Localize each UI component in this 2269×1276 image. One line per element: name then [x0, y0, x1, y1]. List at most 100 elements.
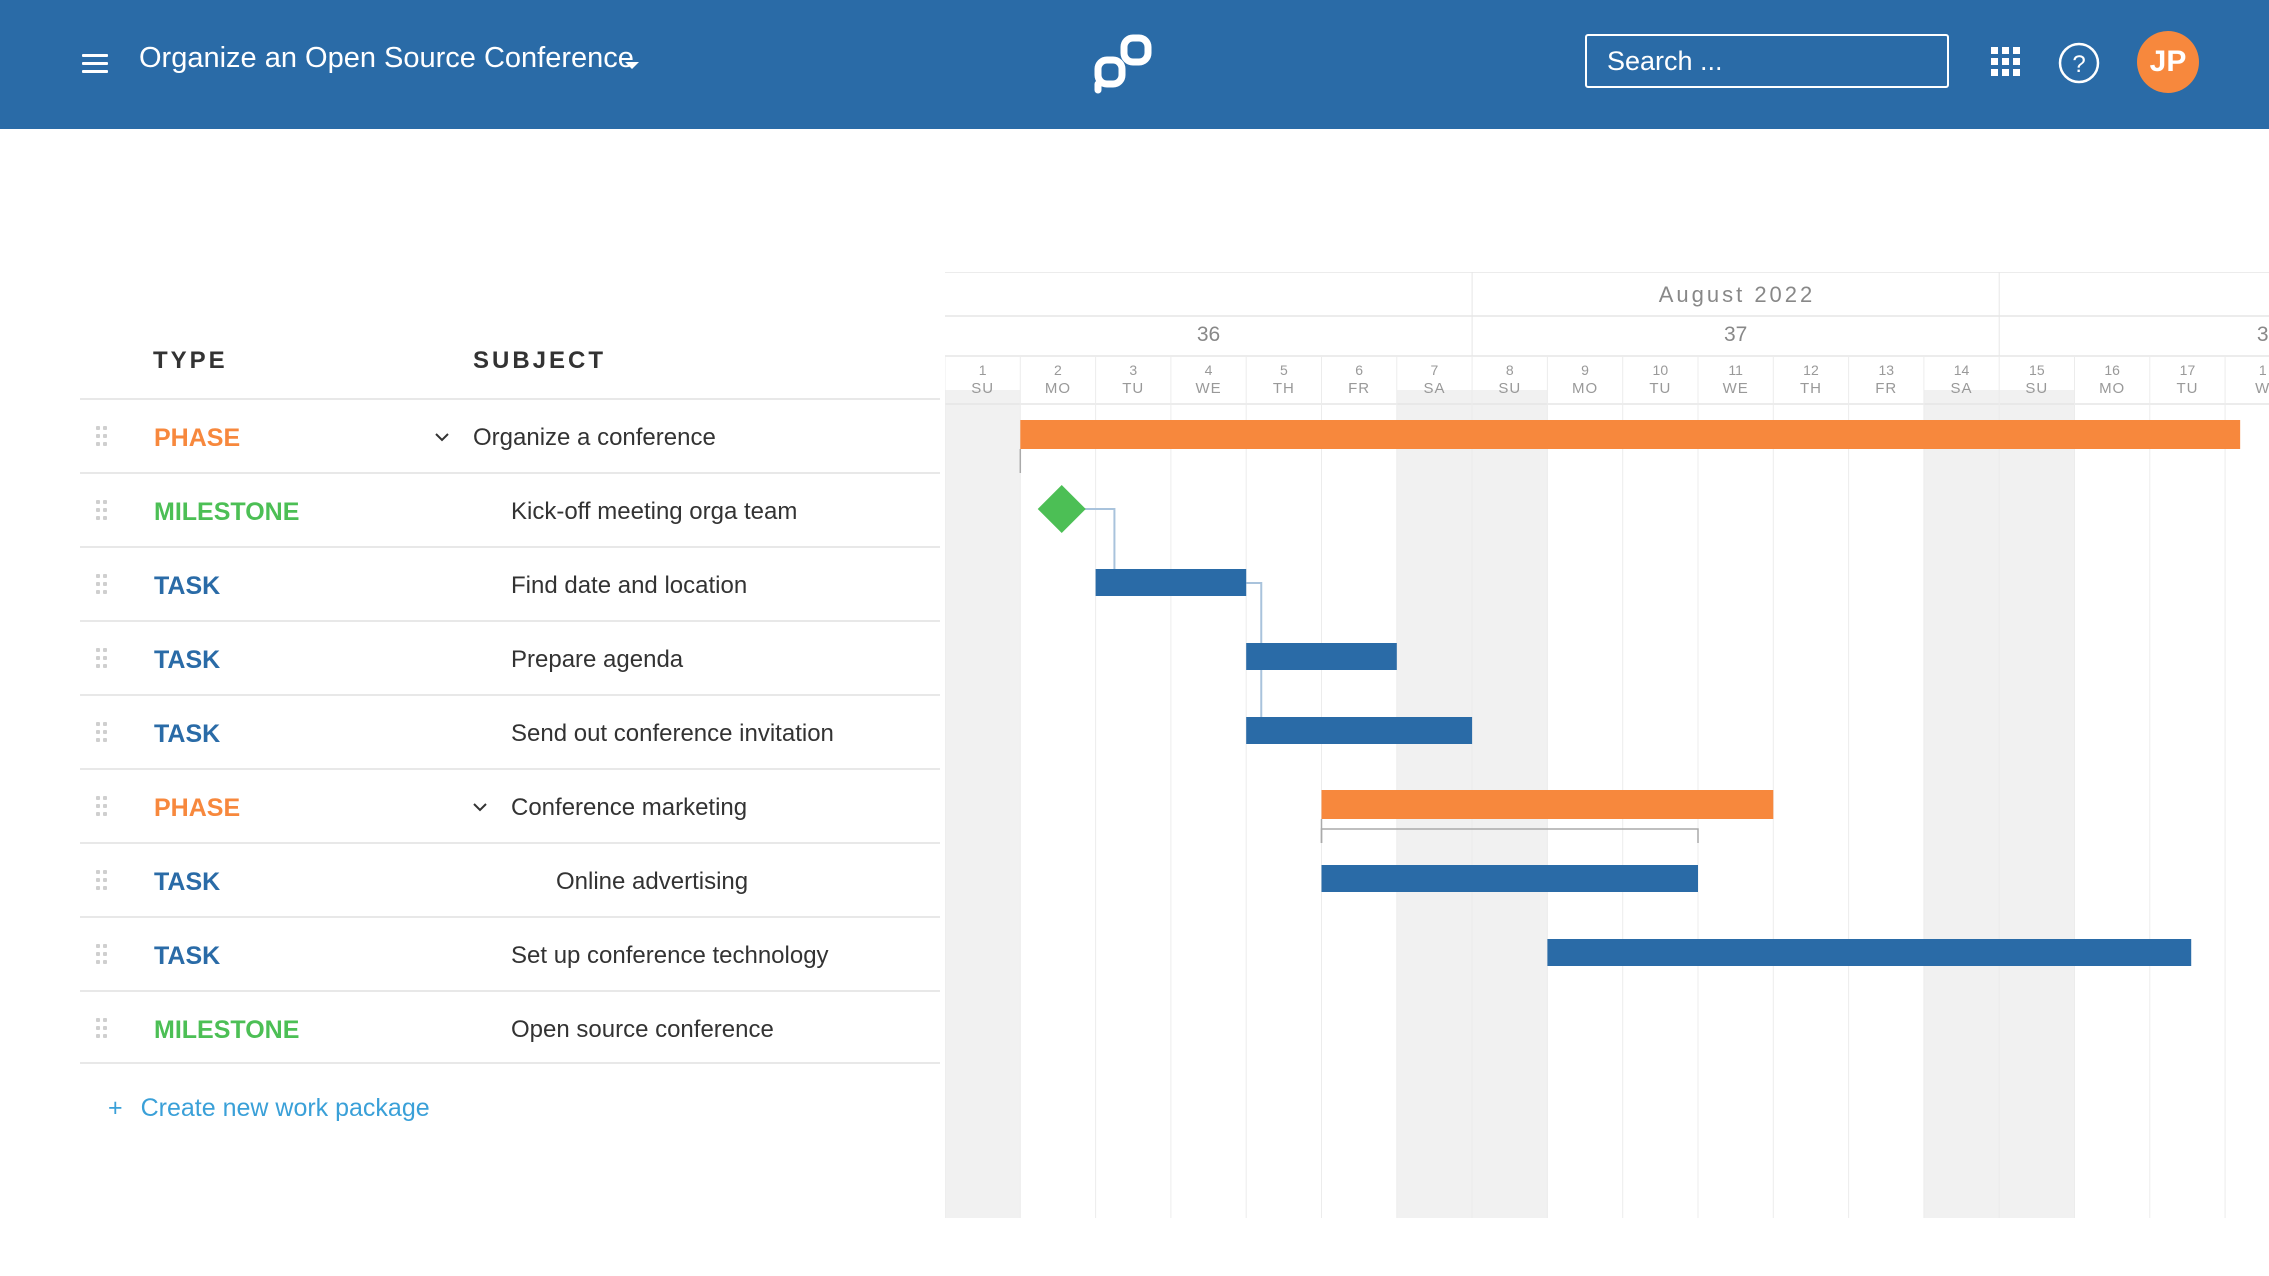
day-name-label: TU [2176, 380, 2198, 397]
openproject-logo[interactable] [1092, 30, 1162, 96]
work-package-subject[interactable]: Find date and location [511, 572, 747, 600]
table-row[interactable]: MILESTONE Open source conference [80, 990, 940, 1064]
task-bar[interactable] [1547, 939, 2192, 966]
work-package-type: TASK [154, 572, 221, 600]
day-number-label: 2 [1054, 362, 1062, 378]
table-row[interactable]: TASK Online advertising [80, 842, 940, 916]
table-row[interactable]: PHASE Conference marketing [80, 768, 940, 842]
day-name-label: SA [1951, 380, 1973, 397]
day-number-label: 11 [1728, 362, 1743, 378]
day-number-label: 15 [2029, 362, 2045, 378]
day-number-label: 12 [1803, 362, 1819, 378]
day-number-label: 3 [1129, 362, 1137, 378]
day-number-label: 8 [1506, 362, 1514, 378]
table-row[interactable]: MILESTONE Kick-off meeting orga team [80, 472, 940, 546]
menu-icon[interactable] [82, 54, 108, 74]
day-number-label: 9 [1581, 362, 1589, 378]
day-number-label: 1 [2259, 362, 2267, 378]
create-work-package-link[interactable]: + Create new work package [108, 1094, 430, 1123]
table-row[interactable]: TASK Find date and location [80, 546, 940, 620]
day-number-label: 6 [1355, 362, 1363, 378]
day-name-label: WE [1723, 380, 1749, 397]
drag-handle-icon[interactable] [96, 500, 110, 522]
search-input[interactable] [1585, 34, 1949, 88]
work-package-type: MILESTONE [154, 1016, 300, 1044]
column-header-subject[interactable]: SUBJECT [473, 347, 606, 375]
task-bar[interactable] [1321, 865, 1699, 892]
weekend-column [1923, 390, 2000, 1218]
day-name-label: W [2255, 380, 2269, 397]
task-bar[interactable] [1246, 717, 1473, 744]
drag-handle-icon[interactable] [96, 574, 110, 596]
user-avatar[interactable]: JP [2137, 31, 2199, 93]
day-number-label: 16 [2104, 362, 2120, 378]
drag-handle-icon[interactable] [96, 944, 110, 966]
day-number-label: 5 [1280, 362, 1288, 378]
day-name-label: MO [2099, 380, 2125, 397]
plus-icon: + [108, 1094, 123, 1122]
work-package-subject[interactable]: Send out conference invitation [511, 720, 834, 748]
work-package-type: PHASE [154, 424, 241, 452]
work-package-subject[interactable]: Open source conference [511, 1016, 774, 1044]
phase-bar[interactable] [1020, 420, 2241, 449]
project-selector[interactable]: Organize an Open Source Conference [139, 42, 634, 75]
work-package-type: TASK [154, 646, 221, 674]
day-number-label: 17 [2180, 362, 2196, 378]
work-package-type: PHASE [154, 794, 241, 822]
dependency-line [1083, 508, 1116, 569]
work-package-subject[interactable]: Kick-off meeting orga team [511, 498, 797, 526]
day-number-label: 1 [979, 362, 987, 378]
phase-bar[interactable] [1321, 790, 1774, 819]
day-number-label: 14 [1954, 362, 1970, 378]
table-row[interactable]: TASK Prepare agenda [80, 620, 940, 694]
collapse-chevron-icon[interactable] [433, 428, 451, 446]
gantt-chart: August 2022 36 37 3 1 SU 2 MO 3 TU 4 WE 5 TH 6 FR 7 SA 8 SU… [945, 272, 2269, 1218]
week-number-label: 36 [1197, 323, 1220, 346]
work-package-subject[interactable]: Online advertising [556, 868, 748, 896]
drag-handle-icon[interactable] [96, 796, 110, 818]
help-icon[interactable]: ? [2057, 41, 2101, 85]
work-package-type: MILESTONE [154, 498, 300, 526]
day-name-label: SA [1423, 380, 1445, 397]
drag-handle-icon[interactable] [96, 870, 110, 892]
day-name-label: FR [1875, 380, 1897, 397]
table-row[interactable]: PHASE Organize a conference [80, 398, 940, 472]
drag-handle-icon[interactable] [96, 722, 110, 744]
table-row[interactable]: TASK Set up conference technology [80, 916, 940, 990]
day-name-label: MO [1572, 380, 1598, 397]
apps-grid-icon[interactable] [1990, 46, 2022, 78]
drag-handle-icon[interactable] [96, 648, 110, 670]
day-name-label: TU [1649, 380, 1671, 397]
column-header-type[interactable]: TYPE [153, 347, 228, 375]
drag-handle-icon[interactable] [96, 1018, 110, 1040]
day-name-label: MO [1045, 380, 1071, 397]
day-number-label: 13 [1878, 362, 1894, 378]
work-package-subject[interactable]: Conference marketing [511, 794, 747, 822]
collapse-chevron-icon[interactable] [471, 798, 489, 816]
work-package-type: TASK [154, 942, 221, 970]
work-package-subject[interactable]: Prepare agenda [511, 646, 683, 674]
work-package-subject[interactable]: Organize a conference [473, 424, 716, 452]
table-row[interactable]: TASK Send out conference invitation [80, 694, 940, 768]
day-name-label: WE [1195, 380, 1221, 397]
day-number-label: 4 [1205, 362, 1213, 378]
work-package-subject[interactable]: Set up conference technology [511, 942, 829, 970]
svg-text:?: ? [2072, 51, 2085, 78]
day-number-label: 10 [1653, 362, 1669, 378]
work-package-type: TASK [154, 868, 221, 896]
day-name-label: TH [1273, 380, 1295, 397]
task-bar[interactable] [1095, 569, 1247, 596]
week-number-label: 3 [2257, 323, 2269, 346]
drag-handle-icon[interactable] [96, 426, 110, 448]
task-bar[interactable] [1246, 643, 1397, 670]
milestone-diamond[interactable] [1037, 485, 1086, 533]
week-number-label: 37 [1724, 323, 1747, 346]
day-name-label: TH [1800, 380, 1822, 397]
top-navigation-bar: Organize an Open Source Conference ? JP [0, 0, 2269, 129]
month-label: August 2022 [1659, 282, 1816, 307]
chevron-down-icon[interactable] [620, 54, 644, 78]
day-name-label: TU [1122, 380, 1144, 397]
day-number-label: 7 [1431, 362, 1439, 378]
weekend-column [1999, 390, 2075, 1218]
day-name-label: SU [1498, 380, 1521, 397]
